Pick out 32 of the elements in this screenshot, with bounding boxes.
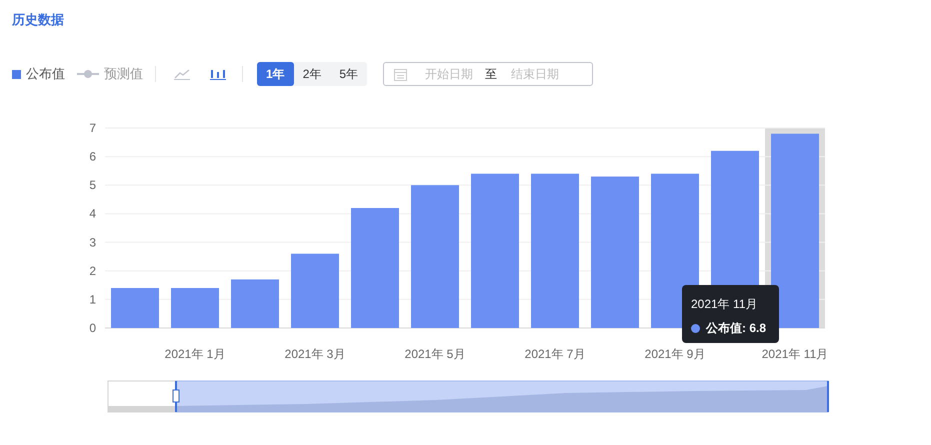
calendar-icon: [394, 68, 408, 80]
range-separator: 至: [485, 66, 498, 83]
end-date-placeholder: 结束日期: [511, 66, 560, 83]
y-axis-label: 3: [89, 235, 96, 250]
y-axis-label: 0: [89, 321, 96, 335]
bar: [231, 279, 279, 328]
x-axis-label: 2021年 9月: [644, 347, 706, 361]
y-axis-label: 6: [89, 150, 96, 164]
range-tab[interactable]: 5年: [330, 62, 368, 86]
line-chart-icon[interactable]: [174, 68, 190, 80]
x-axis-label: 2021年 11月: [762, 347, 828, 361]
bar: [171, 288, 219, 328]
date-range-field[interactable]: 开始日期 至 结束日期: [383, 62, 594, 86]
x-axis-label: 2021年 3月: [284, 347, 346, 361]
zoom-slider-drawing[interactable]: [106, 380, 832, 414]
y-axis-label: 2: [89, 264, 96, 278]
tooltip-title: 2021年 11月: [691, 296, 758, 313]
legend-label[interactable]: 公布值: [26, 64, 65, 84]
bar-chart-icon[interactable]: [210, 68, 226, 80]
x-axis-label: 2021年 5月: [404, 347, 466, 361]
range-tab[interactable]: 1年: [257, 62, 294, 86]
section-title: 历史数据: [12, 11, 64, 29]
y-axis-label: 4: [89, 206, 96, 221]
y-axis-label: 7: [89, 121, 96, 135]
y-axis-label: 5: [89, 178, 96, 192]
tooltip-value: 公布值: 6.8: [706, 320, 766, 337]
x-axis-label: 2021年 1月: [164, 347, 226, 361]
bar: [111, 288, 159, 328]
start-date-placeholder: 开始日期: [425, 66, 474, 83]
x-axis-label: 2021年 7月: [524, 347, 586, 361]
range-tab[interactable]: 2年: [294, 62, 330, 86]
y-axis-label: 1: [89, 292, 96, 306]
